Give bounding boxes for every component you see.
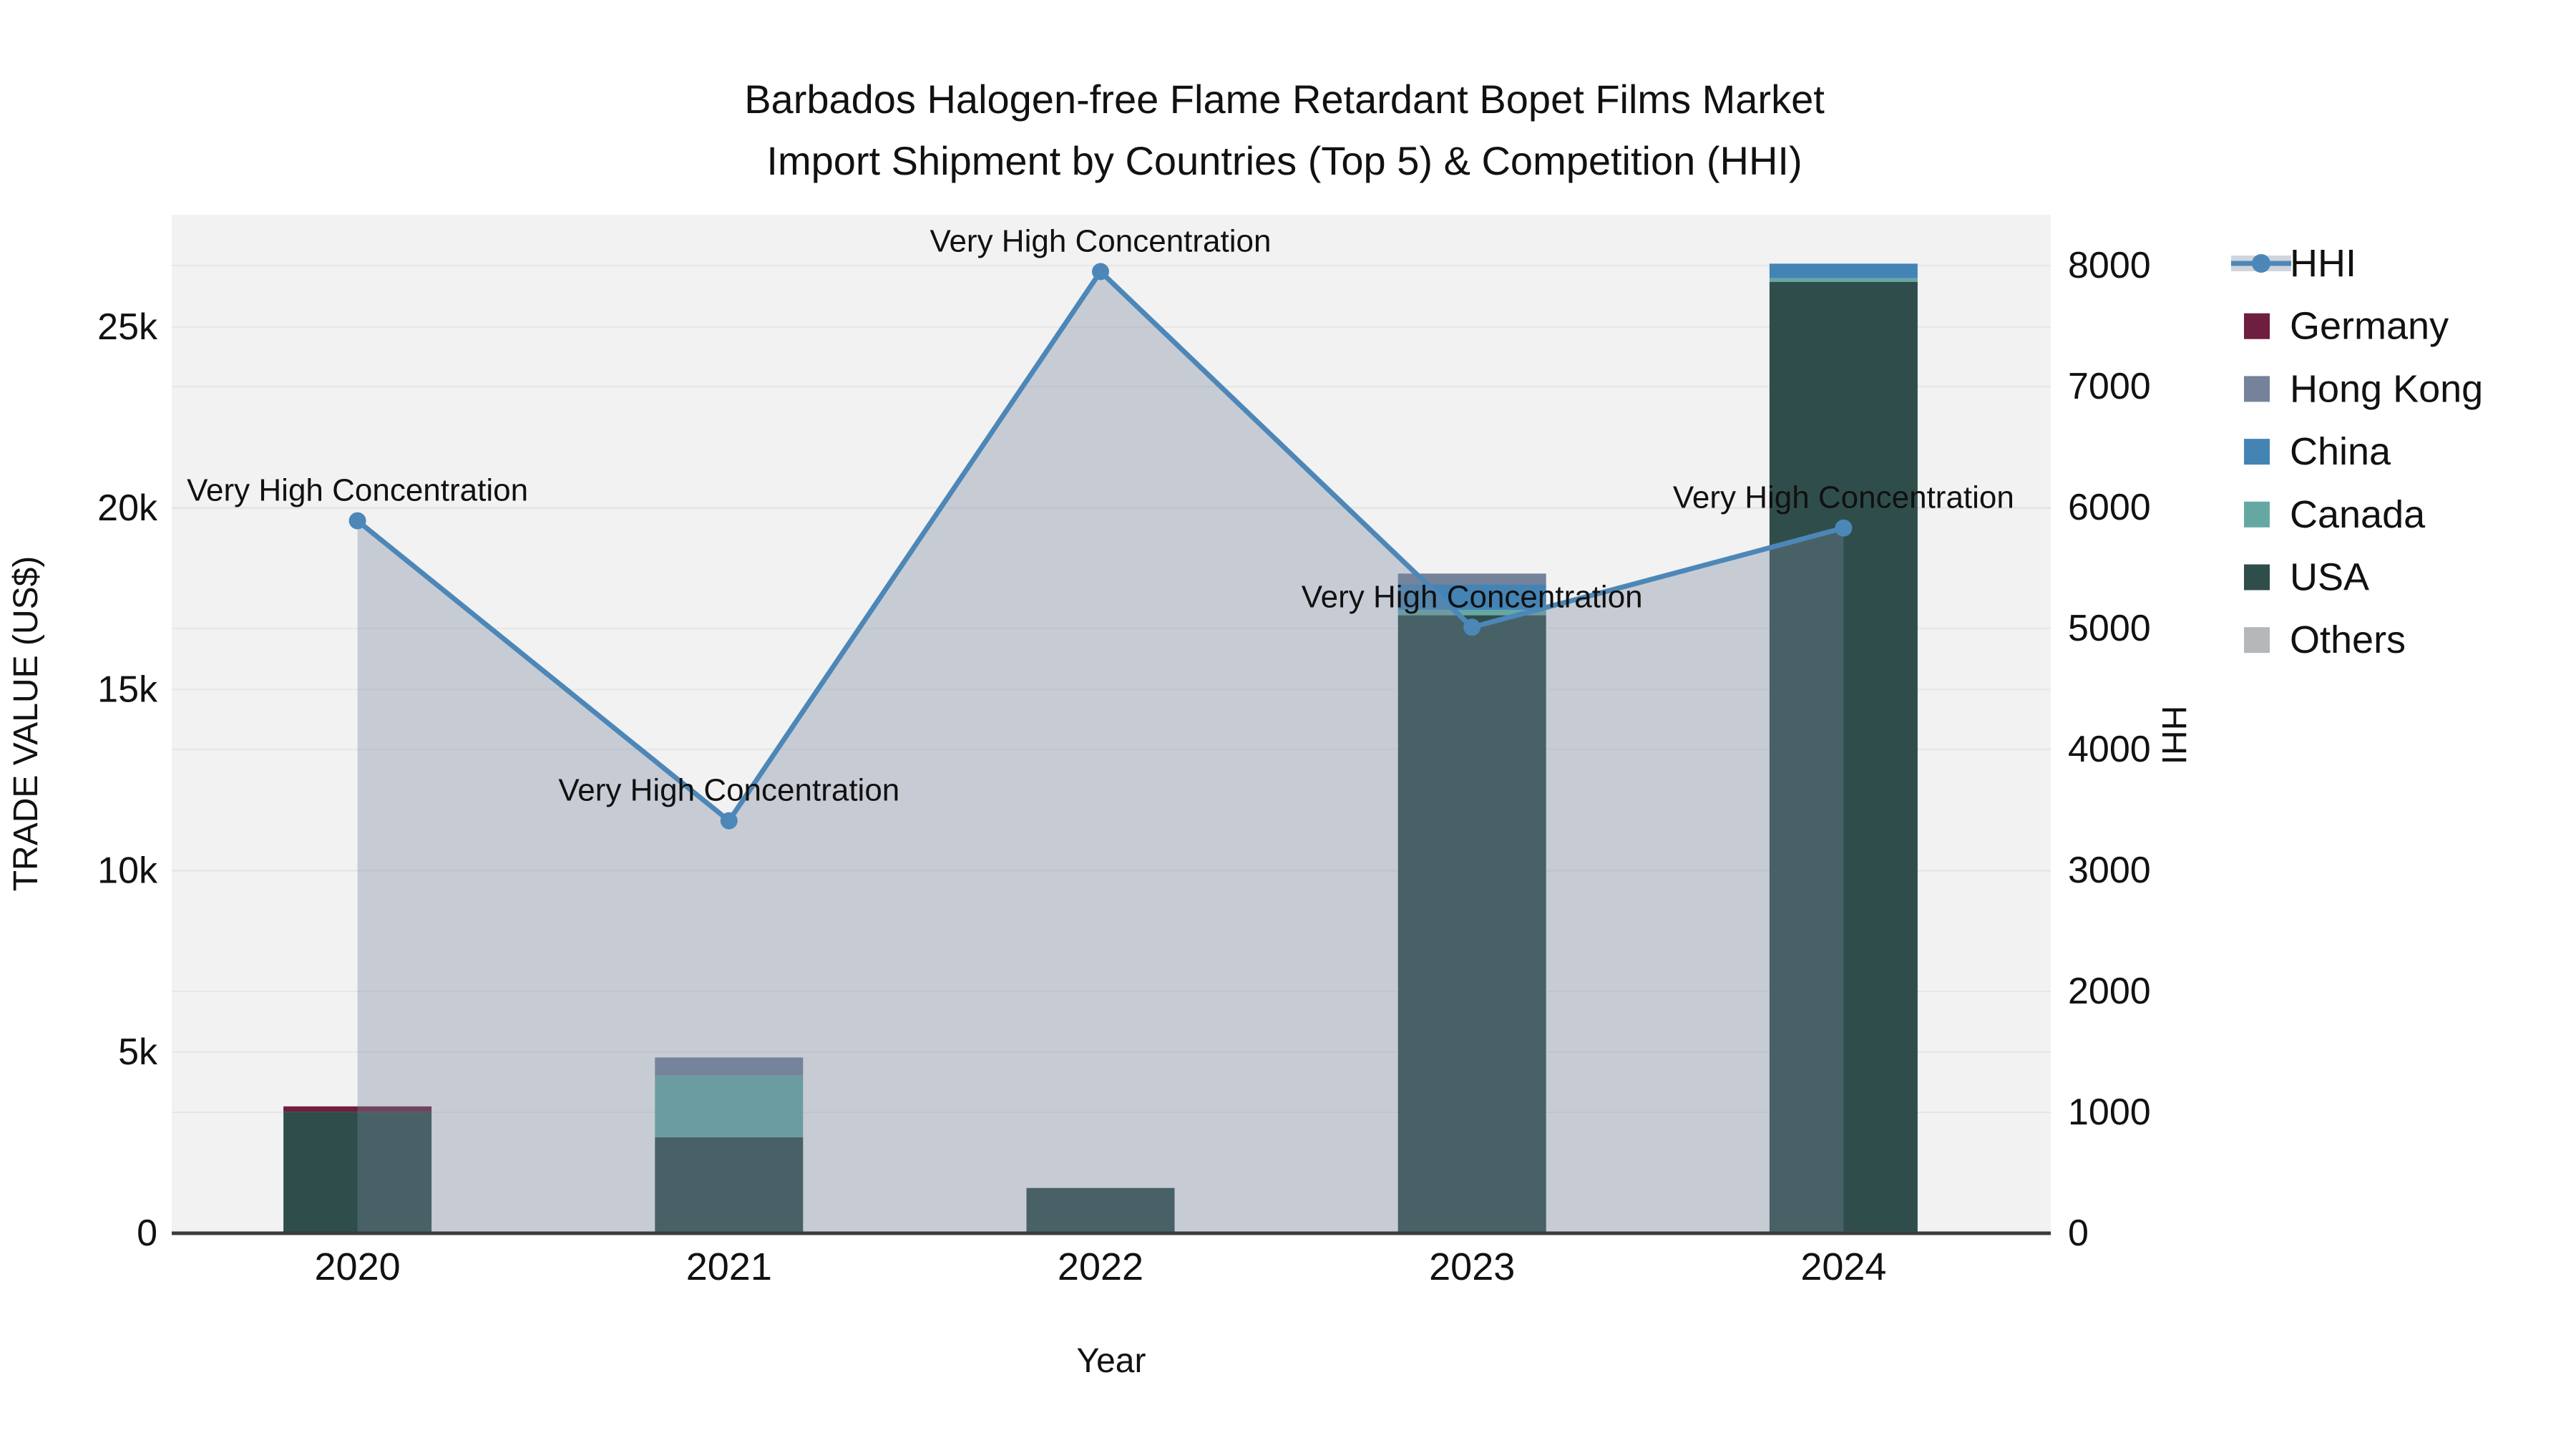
legend-swatch-others <box>2244 627 2270 653</box>
legend: HHI Germany Hong Kong China Canada USA Others <box>2231 242 2483 661</box>
right-tick-4000: 4000 <box>2068 729 2151 770</box>
x-tick-2022: 2022 <box>1058 1245 1143 1288</box>
left-tick-20k: 20k <box>97 487 158 529</box>
legend-item-germany[interactable]: Germany <box>2244 305 2449 348</box>
legend-swatch-china <box>2244 439 2270 465</box>
legend-swatch-germany <box>2244 313 2270 339</box>
left-axis-title: TRADE VALUE (US$) <box>7 556 45 892</box>
annotation-2022: Very High Concentration <box>930 223 1272 258</box>
x-tick-2020: 2020 <box>315 1245 401 1288</box>
legend-label-hong-kong: Hong Kong <box>2290 367 2483 410</box>
chart-title-line2: Import Shipment by Countries (Top 5) & C… <box>766 138 1802 183</box>
chart: 0 5k 10k 15k 20k 25k 0 1000 2000 3000 4000 5000 6000… <box>7 77 2483 1380</box>
right-tick-8000: 8000 <box>2068 245 2151 286</box>
left-tick-15k: 15k <box>97 669 158 710</box>
legend-item-usa[interactable]: USA <box>2244 556 2369 599</box>
right-tick-7000: 7000 <box>2068 366 2151 407</box>
annotation-2021: Very High Concentration <box>558 773 899 808</box>
x-tick-2024: 2024 <box>1800 1245 1886 1288</box>
right-tick-1000: 1000 <box>2068 1092 2151 1133</box>
legend-item-hhi[interactable]: HHI <box>2231 242 2356 285</box>
left-tick-10k: 10k <box>97 850 158 892</box>
x-tick-2023: 2023 <box>1429 1245 1515 1288</box>
x-tick-2021: 2021 <box>686 1245 772 1288</box>
hhi-marker-2023[interactable] <box>1463 618 1481 636</box>
legend-item-others[interactable]: Others <box>2244 618 2406 661</box>
legend-label-others: Others <box>2290 618 2406 661</box>
right-tick-6000: 6000 <box>2068 487 2151 528</box>
left-tick-0: 0 <box>137 1213 157 1254</box>
hhi-marker-2024[interactable] <box>1835 519 1853 537</box>
legend-label-hhi: HHI <box>2290 242 2356 285</box>
legend-item-china[interactable]: China <box>2244 430 2391 473</box>
left-tick-5k: 5k <box>118 1031 158 1073</box>
left-tick-25k: 25k <box>97 306 158 348</box>
right-axis-title: HHI <box>2155 706 2192 765</box>
legend-label-canada: Canada <box>2290 493 2426 536</box>
hhi-marker-2021[interactable] <box>720 812 738 830</box>
annotation-2020: Very High Concentration <box>187 473 528 508</box>
bar-canada-2024[interactable] <box>1769 278 1918 282</box>
hhi-marker-2022[interactable] <box>1092 263 1109 281</box>
hhi-marker-2020[interactable] <box>348 512 366 530</box>
legend-swatch-canada <box>2244 501 2270 528</box>
legend-label-germany: Germany <box>2290 305 2449 348</box>
right-tick-0: 0 <box>2068 1213 2089 1254</box>
right-tick-3000: 3000 <box>2068 850 2151 891</box>
legend-item-canada[interactable]: Canada <box>2244 493 2426 536</box>
legend-label-china: China <box>2290 430 2391 473</box>
legend-swatch-hong-kong <box>2244 376 2270 402</box>
right-tick-2000: 2000 <box>2068 971 2151 1012</box>
legend-hhi-marker-sample <box>2252 254 2270 273</box>
x-axis-title: Year <box>1077 1342 1146 1380</box>
legend-item-hong-kong[interactable]: Hong Kong <box>2244 367 2483 410</box>
legend-swatch-usa <box>2244 564 2270 591</box>
right-tick-5000: 5000 <box>2068 608 2151 649</box>
bar-china-2024[interactable] <box>1769 263 1918 278</box>
chart-container: 0 5k 10k 15k 20k 25k 0 1000 2000 3000 4000 5000 6000… <box>0 0 2576 1449</box>
annotation-2023: Very High Concentration <box>1302 579 1643 614</box>
annotation-2024: Very High Concentration <box>1673 480 2014 515</box>
chart-title-line1: Barbados Halogen-free Flame Retardant Bo… <box>744 77 1825 122</box>
legend-label-usa: USA <box>2290 556 2369 599</box>
